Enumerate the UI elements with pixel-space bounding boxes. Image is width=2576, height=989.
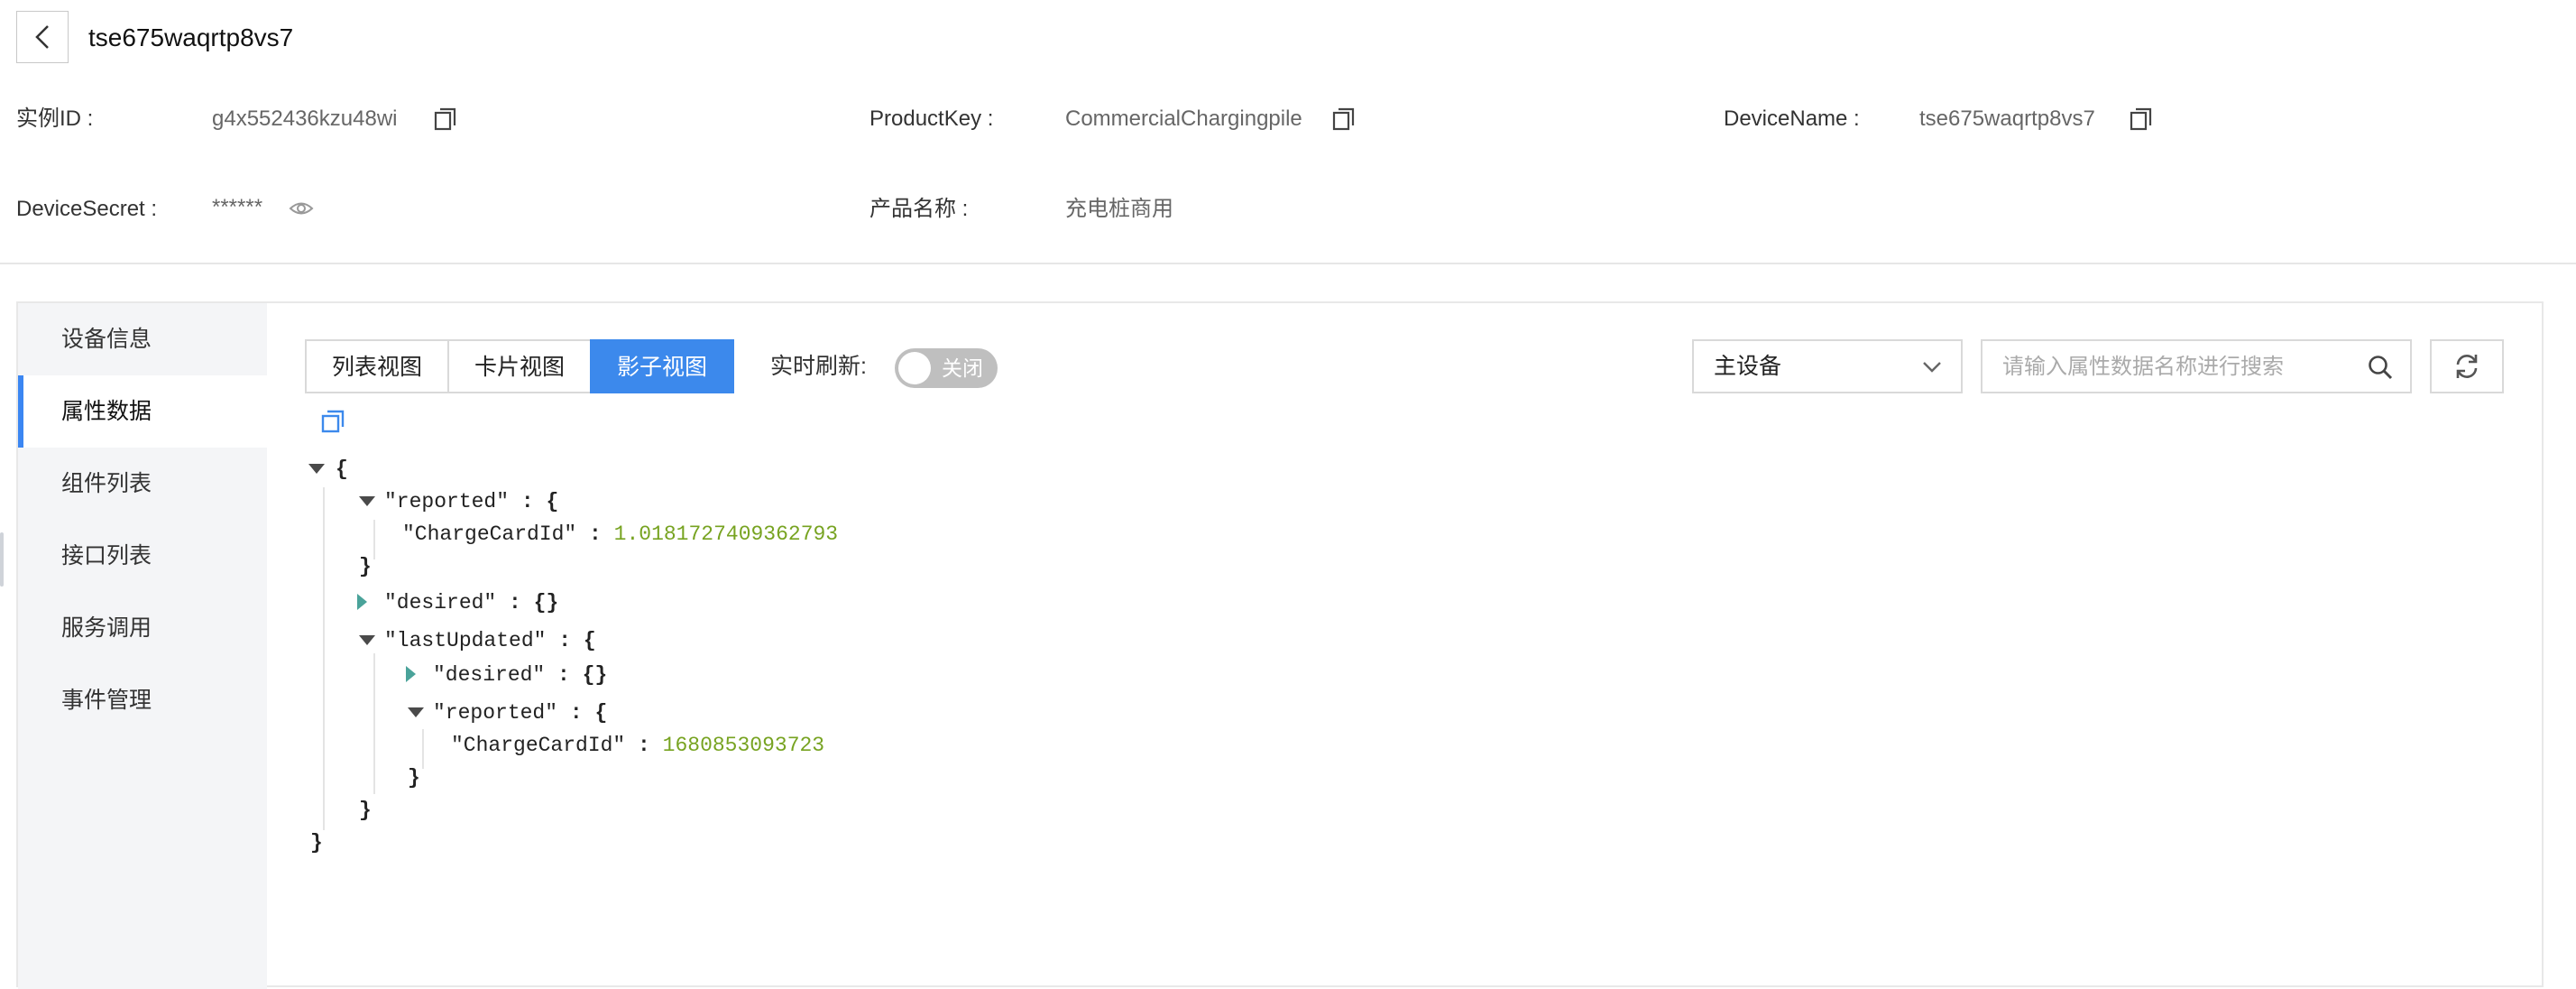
sidebar-active-indicator [18,375,23,448]
chevron-down-icon [1923,362,1941,373]
json-key: "ChargeCardId" [402,522,577,546]
json-colon: : [557,663,570,687]
json-line-desired: "desired" : {} [384,587,558,619]
refresh-icon [2456,355,2478,378]
device-name-value: tse675waqrtp8vs7 [1919,106,2095,131]
json-close-reported: } [359,555,372,578]
device-select-value: 主设备 [1714,354,1782,379]
toggle-state-text: 关闭 [942,356,983,380]
json-line-chargecardid: "ChargeCardId" : 1.0181727409362793 [402,518,838,550]
collapse-lu-reported-toggle[interactable] [408,707,424,717]
header-divider [0,263,2576,264]
json-number-value: 1680853093723 [662,734,825,757]
refresh-button[interactable] [2430,339,2504,393]
realtime-refresh-label: 实时刷新: [770,354,867,379]
sidebar-item-component-list[interactable]: 组件列表 [18,448,267,520]
expand-lu-desired-toggle[interactable] [406,666,416,682]
tab-card-view[interactable]: 卡片视图 [447,339,592,393]
product-key-value: CommercialChargingpile [1065,106,1302,131]
json-colon: : [589,522,602,546]
json-guide-lastupdated [373,653,375,794]
json-key: "reported" [384,490,510,513]
back-button[interactable] [16,11,69,63]
device-select[interactable]: 主设备 [1692,339,1963,393]
json-empty-object: {} [582,663,608,687]
sidebar-item-interface-list[interactable]: 接口列表 [18,520,267,592]
tab-list-view[interactable]: 列表视图 [305,339,449,393]
product-name-value: 充电桩商用 [1065,197,1173,221]
collapse-reported-toggle[interactable] [359,496,375,506]
json-key: "reported" [433,701,558,725]
product-key-label: ProductKey : [869,106,994,131]
search-input[interactable] [2001,347,2347,388]
tab-shadow-view[interactable]: 影子视图 [590,339,734,393]
search-box [1981,339,2412,393]
json-close-lastupdated: } [359,799,372,822]
copy-instance-id-icon[interactable] [433,106,458,132]
device-name-label: DeviceName : [1724,106,1860,131]
device-secret-value: ****** [212,195,263,219]
json-number-value: 1.0181727409362793 [613,522,839,546]
chevron-left-icon [35,25,49,49]
json-key: "lastUpdated" [384,629,547,652]
instance-id-label: 实例ID : [16,106,94,131]
json-guide-reported [373,520,375,559]
copy-json-icon[interactable] [319,408,346,435]
instance-id-value: g4x552436kzu48wi [212,106,398,131]
product-name-label: 产品名称 : [869,197,969,221]
copy-device-name-icon[interactable] [2129,106,2154,132]
realtime-refresh-toggle[interactable]: 关闭 [895,348,998,388]
json-line-reported: "reported" : { [384,485,558,518]
device-secret-label: DeviceSecret : [16,197,158,221]
json-key: "ChargeCardId" [451,734,626,757]
json-line-lu-desired: "desired" : {} [433,659,607,691]
json-key: "desired" [384,591,497,615]
json-line-lastupdated: "lastUpdated" : { [384,624,596,657]
json-guide-root [323,487,325,830]
toggle-knob [898,352,931,384]
sidebar-item-event-management[interactable]: 事件管理 [18,664,267,736]
json-colon: : [638,734,650,757]
collapse-handle[interactable] [0,532,4,587]
json-colon: : { [558,629,596,652]
sidebar-item-device-info[interactable]: 设备信息 [18,303,267,375]
json-close-lu-reported: } [408,766,420,790]
page-title: tse675waqrtp8vs7 [88,23,294,51]
collapse-lastupdated-toggle[interactable] [359,635,375,645]
json-colon: : { [569,701,608,725]
copy-product-key-icon[interactable] [1331,106,1357,132]
json-empty-object: {} [533,591,559,615]
json-line-lu-chargecardid: "ChargeCardId" : 1680853093723 [451,729,824,762]
json-open-brace: { [336,458,348,481]
search-icon[interactable] [2367,354,2394,381]
collapse-root-toggle[interactable] [308,464,325,474]
json-colon: : [509,591,521,615]
expand-desired-toggle[interactable] [357,594,367,610]
json-guide-lu-reported [422,729,424,769]
sidebar-item-service-call[interactable]: 服务调用 [18,592,267,664]
sidebar-item-property-data[interactable]: 属性数据 [18,375,267,448]
json-close-root: } [310,831,323,855]
json-key: "desired" [433,663,546,687]
eye-icon[interactable] [289,196,314,221]
json-line-lu-reported: "reported" : { [433,697,607,729]
json-colon: : { [520,490,559,513]
